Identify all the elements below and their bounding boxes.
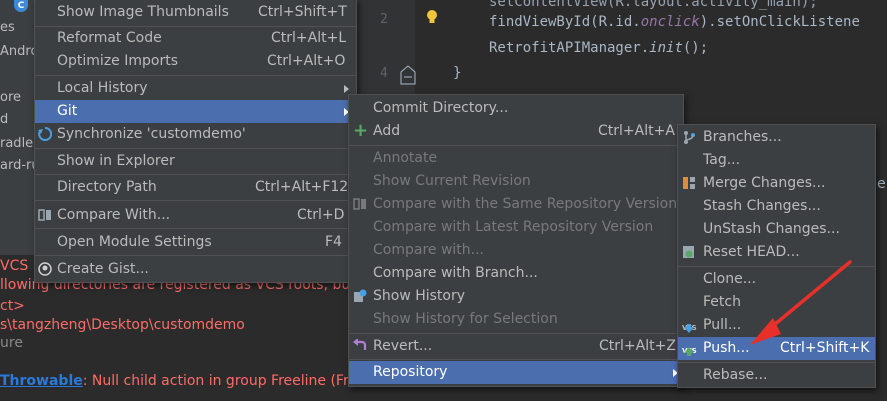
menu-item-optimize-imports[interactable]: Optimize Imports Ctrl+Alt+O — [35, 50, 356, 73]
menu-item-tag[interactable]: Tag... — [678, 149, 875, 172]
console-line: Throwable: Null child action in group Fr… — [0, 373, 370, 389]
code-fragment: e — [877, 176, 886, 192]
menu-separator — [35, 174, 356, 175]
menu-item-compare-with-branch[interactable]: Compare with Branch... — [349, 262, 683, 285]
vcs-push-icon: VCS — [682, 339, 697, 356]
menu-item-rebase[interactable]: Rebase... — [678, 364, 875, 387]
console-line: ct> — [0, 298, 25, 314]
tree-item[interactable]: radle — [0, 136, 33, 151]
context-menu: Show Image Thumbnails Ctrl+Shift+T Refor… — [34, 0, 357, 283]
menu-item-revert[interactable]: Revert... Ctrl+Alt+Z — [349, 335, 683, 358]
menu-item-create-gist[interactable]: Create Gist... — [35, 258, 356, 281]
compare-icon — [38, 209, 51, 221]
code-line: RetrofitAPIManager.init(); — [489, 40, 709, 56]
branch-icon — [684, 131, 695, 144]
vcs-pull-icon: VCS — [682, 316, 697, 333]
menu-separator — [35, 228, 356, 229]
fold-marker-icon[interactable] — [399, 62, 417, 86]
menu-item-directory-path[interactable]: Directory Path Ctrl+Alt+F12 — [35, 176, 356, 199]
add-icon: + — [353, 120, 369, 141]
menu-item-branches[interactable]: Branches... — [678, 126, 875, 149]
menu-item-push[interactable]: VCS Push... Ctrl+Shift+K — [678, 337, 875, 360]
console-line: s\tangzheng\Desktop\customdemo — [0, 317, 245, 333]
menu-separator — [349, 145, 683, 146]
menu-separator — [35, 200, 356, 201]
line-number: 4 — [380, 66, 388, 81]
github-icon — [38, 262, 52, 276]
submenu-arrow-icon — [344, 85, 349, 93]
lightbulb-icon[interactable] — [426, 10, 438, 24]
tree-item[interactable]: Andro — [0, 44, 38, 59]
menu-item-clone[interactable]: Clone... — [678, 268, 875, 291]
menu-item-repository[interactable]: Repository — [349, 361, 683, 384]
compare-icon — [353, 198, 366, 210]
menu-item-open-module-settings[interactable]: Open Module Settings F4 — [35, 231, 356, 254]
console-line: VCS — [0, 258, 29, 274]
menu-item-show-history[interactable]: Show History — [349, 285, 683, 308]
menu-separator — [35, 148, 356, 149]
menu-item-compare-same-repo-version[interactable]: Compare with the Same Repository Version — [349, 193, 683, 216]
synchronize-icon — [38, 127, 52, 141]
menu-item-compare-latest-repo-version[interactable]: Compare with Latest Repository Version — [349, 216, 683, 239]
reset-icon — [683, 246, 694, 258]
menu-item-show-image-thumbnails[interactable]: Show Image Thumbnails Ctrl+Shift+T — [35, 1, 356, 24]
menu-item-show-history-selection[interactable]: Show History for Selection — [349, 308, 683, 331]
menu-item-local-history[interactable]: Local History — [35, 77, 356, 100]
menu-item-pull[interactable]: VCS Pull... — [678, 314, 875, 337]
code-line: findViewById(R.id.onclick).setOnClickLis… — [489, 14, 860, 30]
menu-item-git[interactable]: Git — [35, 100, 356, 123]
menu-item-compare-with[interactable]: Compare With... Ctrl+D — [35, 204, 356, 227]
tree-item[interactable]: d — [0, 112, 8, 127]
tree-item[interactable]: es — [0, 20, 15, 35]
git-submenu: Commit Directory... + Add Ctrl+Alt+A Ann… — [348, 94, 684, 387]
menu-item-commit-directory[interactable]: Commit Directory... — [349, 97, 683, 120]
repository-submenu: Branches... Tag... Merge Changes... Stas… — [677, 124, 876, 388]
menu-item-show-current-revision[interactable]: Show Current Revision — [349, 170, 683, 193]
throwable-link[interactable]: Throwable — [0, 373, 83, 389]
revert-icon — [353, 339, 367, 350]
menu-item-stash-changes[interactable]: Stash Changes... — [678, 195, 875, 218]
menu-item-annotate[interactable]: Annotate — [349, 147, 683, 170]
menu-separator — [35, 255, 356, 256]
menu-item-show-in-explorer[interactable]: Show in Explorer — [35, 150, 356, 173]
class-file-icon: C — [14, 0, 28, 12]
menu-item-merge-changes[interactable]: Merge Changes... — [678, 172, 875, 195]
menu-item-reformat-code[interactable]: Reformat Code Ctrl+Alt+L — [35, 27, 356, 50]
menu-item-add[interactable]: + Add Ctrl+Alt+A — [349, 120, 683, 143]
menu-item-synchronize[interactable]: Synchronize 'customdemo' — [35, 123, 356, 146]
menu-separator — [35, 75, 356, 76]
menu-separator — [349, 359, 683, 360]
menu-item-compare-with[interactable]: Compare with... — [349, 239, 683, 262]
menu-item-reset-head[interactable]: Reset HEAD... — [678, 241, 875, 264]
merge-icon — [683, 177, 695, 189]
menu-item-fetch[interactable]: Fetch — [678, 291, 875, 314]
line-number: 2 — [380, 12, 388, 27]
menu-separator — [678, 362, 875, 363]
menu-separator — [349, 333, 683, 334]
menu-item-unstash-changes[interactable]: UnStash Changes... — [678, 218, 875, 241]
console-line: ure — [0, 335, 23, 351]
tree-item[interactable]: ore — [0, 90, 21, 105]
code-line-partial: setContentView(R.layout.activity_main); — [489, 0, 818, 10]
closing-brace: } — [453, 65, 462, 81]
history-icon — [354, 289, 367, 302]
menu-separator — [678, 266, 875, 267]
